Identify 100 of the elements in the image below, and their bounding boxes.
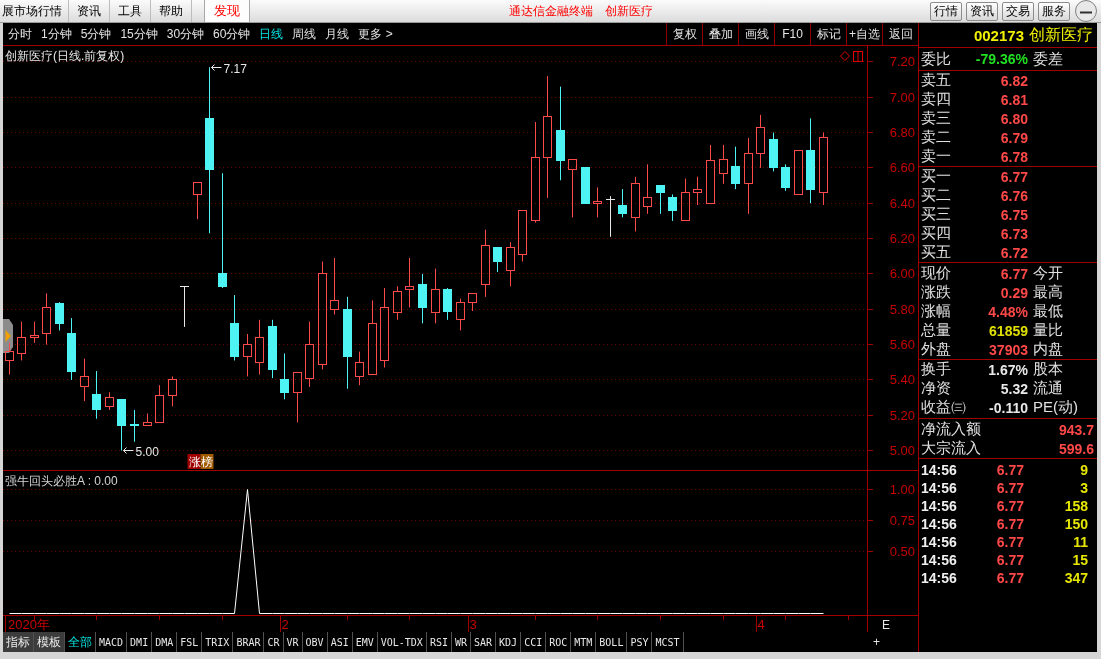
- candle: [631, 176, 640, 232]
- nav-button[interactable]: 服务: [1038, 1, 1070, 21]
- trade-price: 6.77: [995, 570, 1024, 586]
- trade-time: 14:56: [921, 480, 958, 496]
- candle: [756, 114, 765, 169]
- indicator-tab[interactable]: MTM: [571, 632, 597, 652]
- field-value: 599.6: [1058, 440, 1094, 457]
- candle: [706, 144, 715, 204]
- field-value: 6.73: [999, 225, 1028, 242]
- indicator-tab[interactable]: CCI: [521, 632, 547, 652]
- trade-price: 6.77: [995, 498, 1024, 514]
- split-square-icon[interactable]: [853, 51, 863, 62]
- field-label: 今开: [1032, 264, 1064, 283]
- period-tab[interactable]: 月线: [325, 25, 350, 43]
- candle: [481, 229, 490, 298]
- period-tab[interactable]: 周线: [292, 25, 317, 43]
- candle: [305, 321, 314, 388]
- period-tab[interactable]: 分时: [8, 25, 32, 43]
- period-tab[interactable]: 更多 >: [358, 25, 393, 43]
- toolbar-button[interactable]: +自选: [846, 23, 882, 45]
- candle: [105, 391, 114, 411]
- field-label: 外盘: [921, 340, 952, 359]
- candle: [468, 292, 477, 312]
- period-tab[interactable]: 5分钟: [80, 25, 112, 43]
- indicator-tab[interactable]: MACD: [96, 632, 128, 652]
- chart-title: 创新医疗(日线.前复权): [5, 49, 125, 63]
- menu-tab[interactable]: 发现: [204, 0, 250, 22]
- candle: [42, 292, 51, 346]
- indicator-tab[interactable]: SAR: [471, 632, 497, 652]
- indicator-tab[interactable]: ROC: [546, 632, 572, 652]
- candle: [55, 301, 64, 331]
- indicator-tab[interactable]: DMI: [127, 632, 153, 652]
- trade-volume: 11: [1072, 534, 1088, 550]
- indicator-tab[interactable]: MCST: [652, 632, 684, 652]
- candle: [193, 181, 202, 220]
- field-value: 6.75: [999, 206, 1028, 223]
- nav-button[interactable]: 资讯: [966, 1, 998, 21]
- period-tab[interactable]: 1分钟: [41, 25, 72, 43]
- axis-label: 0.75: [889, 513, 915, 528]
- field-label: 卖二: [921, 128, 952, 147]
- candle: [17, 321, 26, 361]
- candle: [280, 352, 289, 400]
- period-tab[interactable]: 日线: [259, 25, 284, 43]
- axis-label: 5.20: [889, 408, 915, 423]
- trade-time: 14:56: [921, 498, 958, 514]
- nav-button[interactable]: 交易: [1002, 1, 1034, 21]
- axis-label: 0.50: [889, 544, 915, 559]
- candle: [179, 285, 190, 328]
- menu-item[interactable]: 帮助: [151, 0, 192, 22]
- candle: [393, 285, 402, 321]
- axis-label: 7.20: [889, 54, 915, 69]
- field-label: 现价: [921, 264, 952, 283]
- low-price-label: 5.00: [135, 444, 159, 459]
- axis-label: 5.60: [889, 337, 915, 352]
- candle: [117, 398, 126, 452]
- period-tab[interactable]: 60分钟: [213, 25, 251, 43]
- axis-label: 1.00: [889, 482, 915, 497]
- candle: [518, 209, 527, 263]
- field-label: 量比: [1032, 321, 1064, 340]
- field-value: 6.82: [999, 72, 1028, 89]
- indicator-tab[interactable]: 指标: [3, 632, 34, 652]
- trade-price: 6.77: [995, 534, 1024, 550]
- indicator-tab[interactable]: 全部: [65, 632, 96, 652]
- nav-button[interactable]: 行情: [930, 1, 962, 21]
- menu-item[interactable]: 展市场行情: [0, 0, 69, 22]
- trade-volume: 3: [1079, 480, 1088, 496]
- candle: [155, 384, 164, 423]
- field-label: 卖五: [921, 71, 952, 90]
- candle: [405, 257, 414, 308]
- period-tab[interactable]: 30分钟: [166, 25, 205, 43]
- high-price-label: 7.17: [223, 61, 247, 76]
- field-label: 换手: [921, 360, 952, 379]
- trade-volume: 9: [1079, 462, 1088, 478]
- axis-label: 5.40: [889, 372, 915, 387]
- field-label: 收益㈢: [921, 398, 967, 417]
- minimize-icon[interactable]: [1075, 0, 1097, 22]
- field-value: 6.72: [999, 244, 1028, 261]
- field-label: 最高: [1032, 283, 1064, 302]
- menu-item[interactable]: 工具: [110, 0, 151, 22]
- indicator-title: 强牛回头必胜A : 0.00: [5, 474, 118, 488]
- field-value: 5.32: [999, 380, 1028, 397]
- candle: [769, 132, 778, 172]
- arrow-icon: [211, 64, 222, 71]
- field-value: 6.81: [999, 91, 1028, 108]
- indicator-tab[interactable]: 模板: [34, 632, 65, 652]
- corner-button[interactable]: E: [882, 618, 890, 632]
- indicator-tab[interactable]: TRIX: [202, 632, 234, 652]
- candle: [293, 372, 302, 423]
- candle: [493, 246, 502, 273]
- axis-label: 5.80: [889, 302, 915, 317]
- field-value: -79.36%: [974, 51, 1028, 67]
- arrow-tab-icon[interactable]: [3, 319, 13, 353]
- indicator-tab[interactable]: DMA: [152, 632, 178, 652]
- indicator-tab[interactable]: KDJ: [496, 632, 522, 652]
- axis-label: 7.00: [889, 90, 915, 105]
- candle: [506, 241, 515, 287]
- candle: [618, 188, 627, 218]
- menu-item[interactable]: 资讯: [69, 0, 110, 22]
- period-tab[interactable]: 15分钟: [120, 25, 158, 43]
- axis-label: 3: [469, 617, 477, 632]
